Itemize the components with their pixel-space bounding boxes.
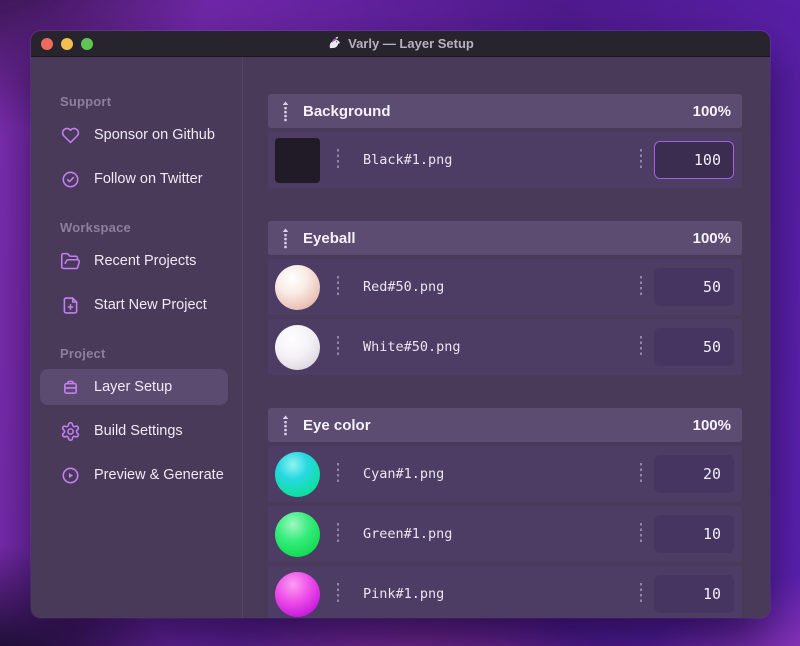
layer-row: Red#50.png <box>268 259 742 315</box>
sidebar-item-label: Start New Project <box>94 297 207 313</box>
dotted-divider <box>337 523 339 545</box>
sidebar-section-label: Project <box>60 346 106 361</box>
sidebar-item-start-new-project[interactable]: Start New Project <box>40 287 228 323</box>
dotted-divider <box>640 463 642 485</box>
sidebar-item-preview-generate[interactable]: Preview & Generate <box>40 457 228 493</box>
layer-weight-input[interactable] <box>654 575 734 613</box>
layer-thumbnail-cyan-sphere <box>275 451 320 497</box>
layer-weight-input[interactable] <box>654 455 734 493</box>
gear-icon <box>60 421 81 442</box>
layer-thumbnail-green-sphere <box>275 511 320 557</box>
window-title-text: Varly — Layer Setup <box>348 36 474 51</box>
sidebar-item-label: Layer Setup <box>94 379 173 395</box>
dotted-divider <box>337 336 339 358</box>
layer-group-name: Eyeball <box>303 229 356 247</box>
layer-group-eye-color: Eye color 100% Cyan#1.png Green#1.png Pink#1… <box>268 408 742 618</box>
dotted-divider <box>640 583 642 605</box>
layer-group-name: Background <box>303 102 391 120</box>
sidebar-item-label: Preview & Generate <box>94 467 224 483</box>
layer-group-header: Eye color 100% <box>268 408 742 442</box>
dotted-divider <box>337 583 339 605</box>
layer-filename: Pink#1.png <box>363 586 445 602</box>
sidebar-item-label: Follow on Twitter <box>94 171 203 187</box>
zoom-button[interactable] <box>81 37 93 50</box>
minimize-button[interactable] <box>61 37 73 50</box>
layer-thumbnail-black-square <box>275 137 320 183</box>
layer-weight-input[interactable] <box>654 268 734 306</box>
dotted-divider <box>640 336 642 358</box>
drag-handle-icon[interactable] <box>281 414 290 436</box>
sidebar-item-layer-setup[interactable]: Layer Setup <box>40 369 228 405</box>
app-window: Varly — Layer Setup Support Sponsor on Gi… <box>31 31 770 618</box>
titlebar: Varly — Layer Setup <box>31 31 770 57</box>
layer-group-opacity: 100% <box>692 102 731 120</box>
layer-row: Pink#1.png <box>268 566 742 618</box>
sidebar-item-build-settings[interactable]: Build Settings <box>40 413 228 449</box>
dotted-divider <box>640 149 642 171</box>
folder-open-icon <box>60 251 81 272</box>
layer-group-background: Background 100% Black#1.png <box>268 94 742 188</box>
layer-group-eyeball: Eyeball 100% Red#50.png White#50.png <box>268 221 742 375</box>
layer-thumbnail-white-sphere <box>275 324 320 370</box>
dotted-divider <box>337 149 339 171</box>
layer-filename: White#50.png <box>363 339 461 355</box>
layer-row: Green#1.png <box>268 506 742 562</box>
layer-filename: Red#50.png <box>363 279 445 295</box>
layer-box-icon <box>60 377 81 398</box>
layer-row: Black#1.png <box>268 132 742 188</box>
layer-group-header: Eyeball 100% <box>268 221 742 255</box>
sidebar-item-label: Sponsor on Github <box>94 127 215 143</box>
sidebar-item-recent-projects[interactable]: Recent Projects <box>40 243 228 279</box>
layer-filename: Cyan#1.png <box>363 466 445 482</box>
file-plus-icon <box>60 295 81 316</box>
sidebar-item-label: Recent Projects <box>94 253 197 269</box>
window-body: Support Sponsor on Github Follow on Twitte… <box>31 57 770 618</box>
layer-row: Cyan#1.png <box>268 446 742 502</box>
layer-row: White#50.png <box>268 319 742 375</box>
dotted-divider <box>640 276 642 298</box>
sidebar-section-label: Workspace <box>60 220 131 235</box>
window-title: Varly — Layer Setup <box>31 31 770 56</box>
sidebar: Support Sponsor on Github Follow on Twitte… <box>31 57 243 618</box>
drag-handle-icon[interactable] <box>281 100 290 122</box>
layer-group-opacity: 100% <box>692 229 731 247</box>
dotted-divider <box>337 276 339 298</box>
heart-icon <box>60 125 81 146</box>
sidebar-section-label: Support <box>60 94 112 109</box>
unicorn-icon <box>327 36 342 51</box>
layer-group-header: Background 100% <box>268 94 742 128</box>
drag-handle-icon[interactable] <box>281 227 290 249</box>
layer-weight-input[interactable] <box>654 515 734 553</box>
layer-filename: Black#1.png <box>363 152 453 168</box>
sidebar-item-label: Build Settings <box>94 423 183 439</box>
layer-filename: Green#1.png <box>363 526 453 542</box>
verified-check-icon <box>60 169 81 190</box>
layer-weight-input[interactable] <box>654 328 734 366</box>
close-button[interactable] <box>41 37 53 50</box>
sidebar-item-sponsor-on-github[interactable]: Sponsor on Github <box>40 117 228 153</box>
dotted-divider <box>337 463 339 485</box>
layer-thumbnail-pink-sphere <box>275 571 320 617</box>
layer-group-name: Eye color <box>303 416 371 434</box>
sidebar-item-follow-on-twitter[interactable]: Follow on Twitter <box>40 161 228 197</box>
layer-group-opacity: 100% <box>692 416 731 434</box>
traffic-lights <box>41 37 93 50</box>
dotted-divider <box>640 523 642 545</box>
layer-thumbnail-red-sphere <box>275 264 320 310</box>
play-circle-icon <box>60 465 81 486</box>
layer-setup-panel: Background 100% Black#1.png Eyeball 100% Red#… <box>243 57 770 618</box>
layer-weight-input[interactable] <box>654 141 734 179</box>
